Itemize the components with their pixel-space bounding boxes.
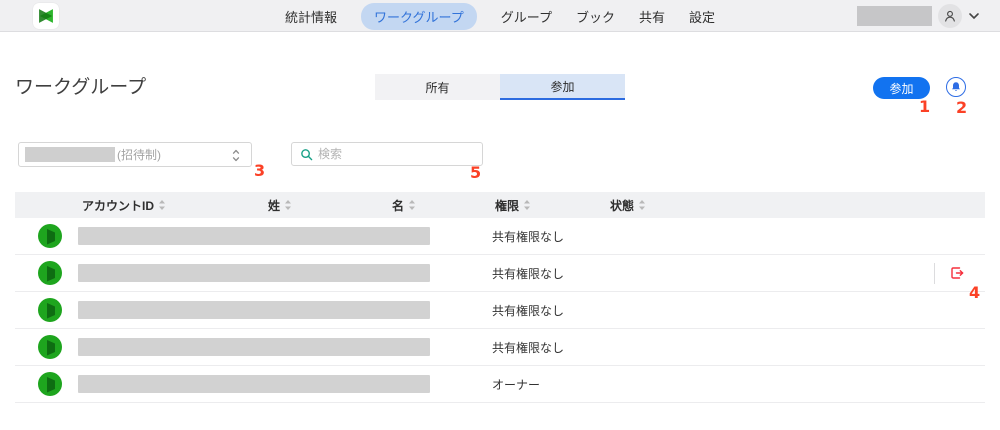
column-header-status[interactable]: 状態 bbox=[610, 192, 646, 218]
permission-value: 共有権限なし bbox=[492, 255, 564, 292]
page-title: ワークグループ bbox=[15, 72, 146, 99]
members-table: アカウントID 姓 名 権限 状態 bbox=[15, 192, 985, 403]
column-label: アカウントID bbox=[82, 197, 154, 214]
person-icon bbox=[942, 8, 958, 24]
chevron-down-icon[interactable] bbox=[968, 12, 980, 20]
column-header-account-id[interactable]: アカウントID bbox=[82, 192, 166, 218]
nav-item-workgroup[interactable]: ワークグループ bbox=[361, 3, 477, 30]
column-header-first-name[interactable]: 名 bbox=[392, 192, 416, 218]
workgroup-select[interactable]: (招待制) bbox=[18, 142, 252, 167]
tab-owned[interactable]: 所有 bbox=[375, 74, 500, 100]
member-avatar bbox=[38, 335, 62, 359]
search-input[interactable] bbox=[318, 147, 482, 161]
column-label: 姓 bbox=[268, 197, 280, 214]
redacted-member-info bbox=[78, 375, 430, 393]
user-avatar[interactable] bbox=[938, 4, 962, 28]
permission-value: 共有権限なし bbox=[492, 292, 564, 329]
table-row: 共有権限なし bbox=[15, 329, 985, 366]
invitation-bell-button[interactable] bbox=[946, 77, 966, 97]
redacted-member-info bbox=[78, 338, 430, 356]
redacted-username bbox=[857, 6, 932, 26]
join-button[interactable]: 参加 bbox=[873, 77, 930, 99]
leave-workgroup-icon bbox=[949, 265, 965, 281]
redacted-member-info bbox=[78, 264, 430, 282]
bell-icon bbox=[950, 81, 962, 93]
nav-item-share[interactable]: 共有 bbox=[639, 7, 665, 26]
app-logo[interactable] bbox=[33, 3, 59, 29]
member-avatar bbox=[38, 298, 62, 322]
sort-icon bbox=[408, 199, 416, 211]
member-avatar bbox=[38, 261, 62, 285]
nav-item-book[interactable]: ブック bbox=[576, 7, 615, 26]
permission-value: 共有権限なし bbox=[492, 329, 564, 366]
app-window: 統計情報 ワークグループ グループ ブック 共有 設定 ワークグループ bbox=[0, 0, 1000, 430]
top-nav: 統計情報 ワークグループ グループ ブック 共有 設定 bbox=[0, 0, 1000, 32]
member-avatar bbox=[38, 372, 62, 396]
marginnote-logo-icon bbox=[36, 6, 56, 26]
search-icon bbox=[300, 148, 313, 161]
leave-workgroup-button[interactable] bbox=[949, 265, 965, 281]
table-row: 共有権限なし bbox=[15, 292, 985, 329]
redacted-workgroup-name bbox=[25, 147, 115, 162]
sort-icon bbox=[523, 199, 531, 211]
select-stepper-icon bbox=[231, 148, 241, 168]
redacted-member-info bbox=[78, 227, 430, 245]
annotation-marker-3: 3 bbox=[254, 161, 265, 180]
ownership-tabs: 所有 参加 bbox=[375, 74, 625, 100]
sort-icon bbox=[284, 199, 292, 211]
permission-value: 共有権限なし bbox=[492, 218, 564, 255]
table-row: 共有権限なし bbox=[15, 218, 985, 255]
table-header: アカウントID 姓 名 権限 状態 bbox=[15, 192, 985, 218]
permission-value: オーナー bbox=[492, 366, 540, 403]
tab-joined[interactable]: 参加 bbox=[500, 74, 625, 100]
column-label: 状態 bbox=[610, 197, 634, 214]
main-nav: 統計情報 ワークグループ グループ ブック 共有 設定 bbox=[285, 0, 715, 32]
nav-item-statistics[interactable]: 統計情報 bbox=[285, 7, 337, 26]
search-box bbox=[291, 142, 483, 166]
nav-item-group[interactable]: グループ bbox=[501, 7, 552, 26]
column-header-last-name[interactable]: 姓 bbox=[268, 192, 292, 218]
workgroup-select-suffix: (招待制) bbox=[117, 146, 161, 163]
column-label: 権限 bbox=[495, 197, 519, 214]
annotation-marker-5: 5 bbox=[470, 163, 481, 182]
nav-right-cluster bbox=[857, 0, 980, 32]
action-divider bbox=[934, 263, 935, 284]
annotation-marker-1: 1 bbox=[919, 97, 930, 116]
sort-icon bbox=[158, 199, 166, 211]
member-avatar bbox=[38, 224, 62, 248]
annotation-marker-2: 2 bbox=[956, 98, 967, 117]
redacted-member-info bbox=[78, 301, 430, 319]
column-header-permission[interactable]: 権限 bbox=[495, 192, 531, 218]
table-row: 共有権限なし bbox=[15, 255, 985, 292]
annotation-marker-4: 4 bbox=[969, 283, 980, 302]
table-row: オーナー bbox=[15, 366, 985, 403]
column-label: 名 bbox=[392, 197, 404, 214]
sort-icon bbox=[638, 199, 646, 211]
nav-item-settings[interactable]: 設定 bbox=[689, 7, 715, 26]
